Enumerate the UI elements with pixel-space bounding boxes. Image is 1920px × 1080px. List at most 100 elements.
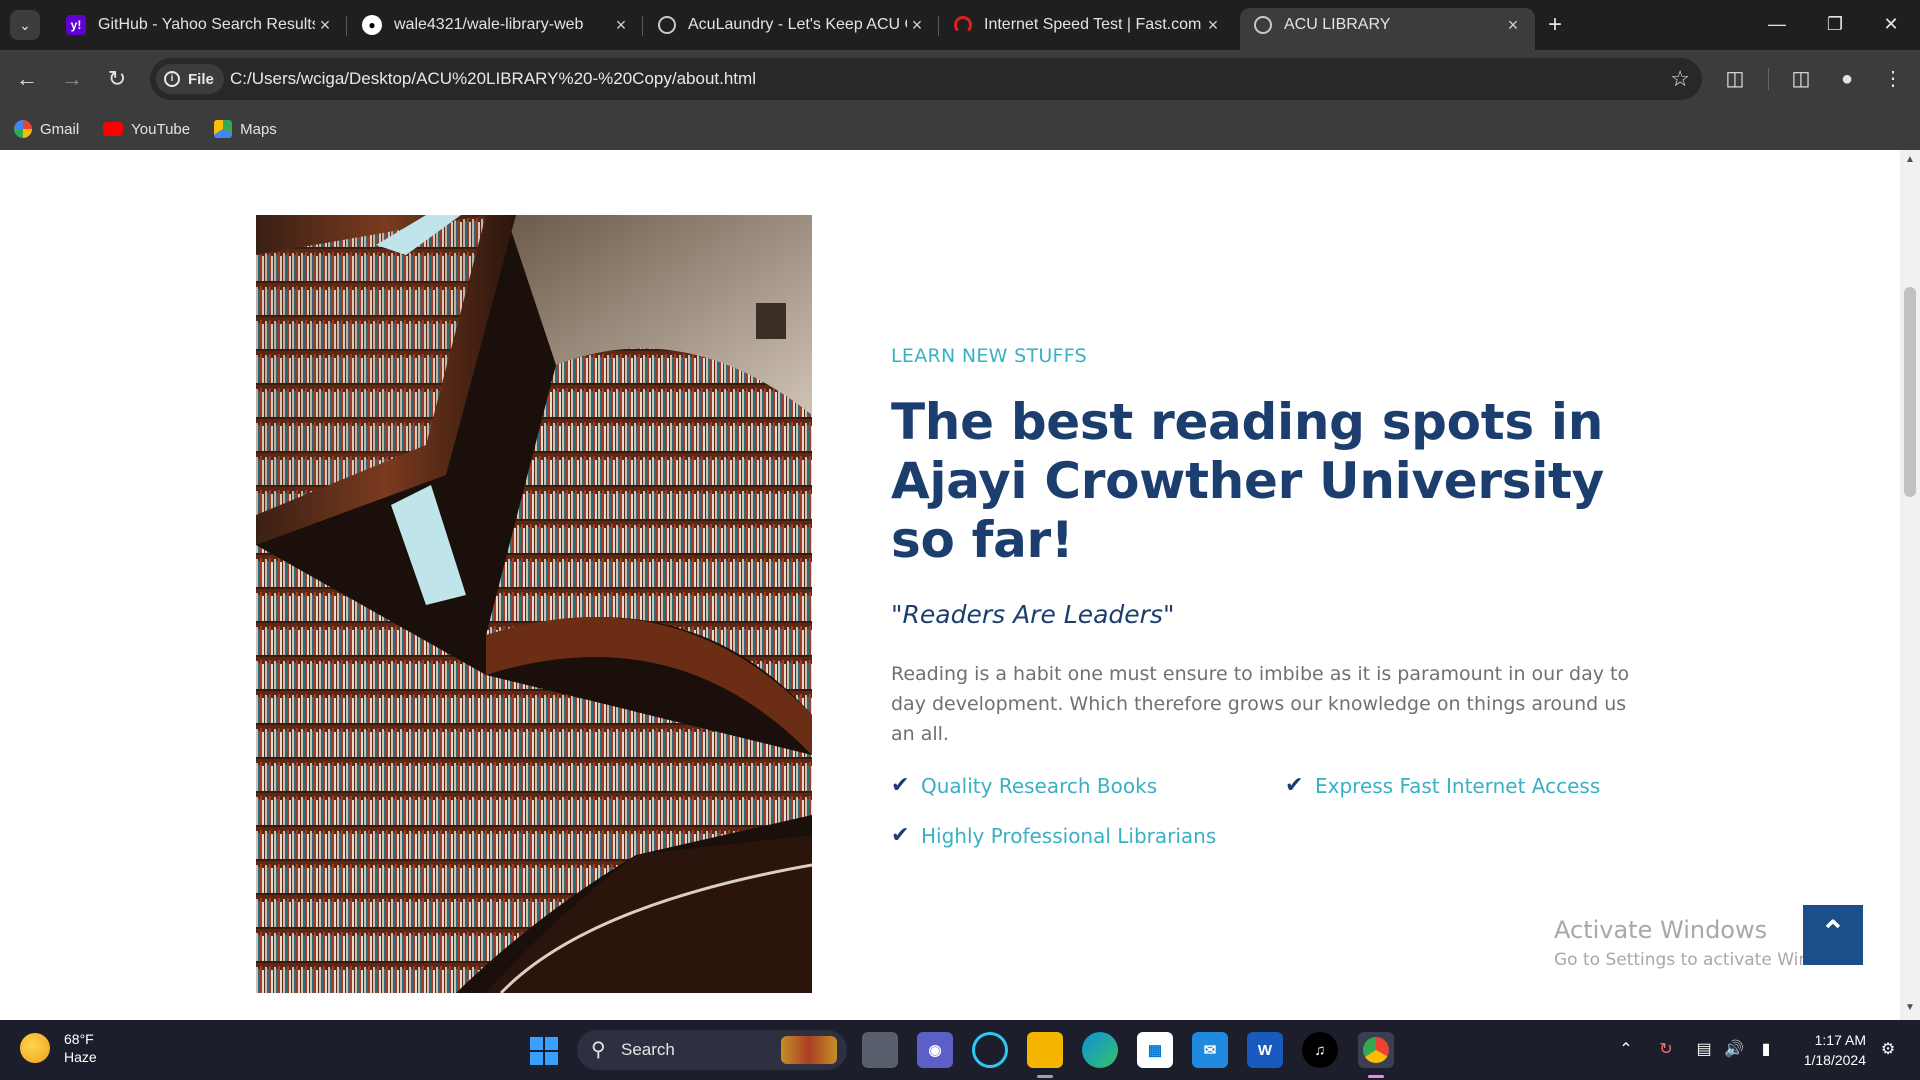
tab-title: ACU LIBRARY — [1284, 16, 1391, 33]
back-button[interactable]: ← — [10, 62, 44, 96]
browser-tab-strip: ⌄ y! GitHub - Yahoo Search Results × ● w… — [0, 0, 1920, 50]
clock-time: 1:17 AM — [1814, 1032, 1866, 1048]
bookmark-maps[interactable]: Maps — [214, 120, 277, 138]
edge-icon[interactable] — [1082, 1032, 1118, 1068]
fast-icon — [954, 16, 972, 34]
page-viewport: LEARN NEW STUFFS The best reading spots … — [0, 150, 1920, 1020]
tab-acu-library[interactable]: ACU LIBRARY × — [1240, 8, 1535, 50]
new-tab-button[interactable]: + — [1540, 10, 1570, 40]
scroll-up-arrow[interactable]: ▲ — [1904, 154, 1916, 165]
minimize-button[interactable]: — — [1748, 0, 1806, 50]
active-indicator — [1368, 1075, 1384, 1078]
menu-icon[interactable]: ⋮ — [1876, 62, 1910, 96]
side-panel-icon[interactable]: ◫ — [1784, 62, 1818, 96]
address-bar[interactable]: i File C:/Users/wciga/Desktop/ACU%20LIBR… — [150, 58, 1702, 100]
scroll-down-arrow[interactable]: ▼ — [1904, 1002, 1916, 1013]
microsoft-store-icon[interactable]: ▦ — [1137, 1032, 1173, 1068]
page-scrollbar[interactable]: ▲ ▼ — [1900, 150, 1920, 1020]
tab-title: GitHub - Yahoo Search Results — [98, 16, 315, 33]
volume-icon[interactable]: 🔊 — [1720, 1020, 1748, 1080]
tab-title: wale4321/wale-library-web — [394, 16, 584, 33]
file-explorer-icon[interactable] — [1027, 1032, 1063, 1068]
close-tab-icon[interactable]: × — [315, 15, 335, 36]
tab-search-button[interactable]: ⌄ — [10, 10, 40, 40]
windows-logo-icon — [530, 1037, 543, 1050]
tab-fast-com[interactable]: Internet Speed Test | Fast.com × — [940, 8, 1235, 42]
word-icon[interactable]: W — [1247, 1032, 1283, 1068]
youtube-icon — [103, 122, 124, 136]
feature-label: Express Fast Internet Access — [1315, 773, 1601, 798]
info-icon: i — [164, 71, 180, 87]
globe-icon — [658, 16, 676, 34]
back-to-top-button[interactable]: ⌃ — [1803, 905, 1863, 965]
checkmark-icon: ✔ — [891, 823, 910, 848]
tab-separator — [938, 16, 939, 36]
weather-haze-icon — [20, 1033, 50, 1063]
bookmark-label: Maps — [240, 120, 277, 138]
search-label: Search — [621, 1040, 675, 1059]
forward-button[interactable]: → — [55, 62, 89, 96]
scroll-thumb[interactable] — [1904, 287, 1916, 497]
bookmark-label: YouTube — [131, 120, 191, 138]
feature-label: Highly Professional Librarians — [921, 823, 1217, 848]
chevron-down-icon: ⌄ — [19, 16, 31, 33]
globe-icon — [1254, 16, 1272, 34]
close-tab-icon[interactable]: × — [907, 15, 927, 36]
system-clock[interactable]: 1:17 AM 1/18/2024 — [1786, 1030, 1866, 1070]
browser-toolbar: ← → ↻ i File C:/Users/wciga/Desktop/ACU%… — [0, 50, 1920, 108]
tab-aculaundry[interactable]: AcuLaundry - Let's Keep ACU Cl × — [644, 8, 939, 42]
maps-icon — [214, 120, 233, 138]
extensions-icon[interactable]: ◫ — [1718, 62, 1752, 96]
chrome-logo — [1363, 1037, 1389, 1063]
close-tab-icon[interactable]: × — [611, 15, 631, 36]
tab-github-repo[interactable]: ● wale4321/wale-library-web × — [348, 8, 643, 42]
reload-button[interactable]: ↻ — [100, 62, 134, 96]
profile-icon[interactable]: ● — [1830, 62, 1864, 96]
page-headline: The best reading spots in Ajayi Crowther… — [891, 393, 1604, 569]
clock-date: 1/18/2024 — [1803, 1052, 1866, 1068]
tab-separator — [346, 16, 347, 36]
tiktok-icon[interactable]: ♫ — [1302, 1032, 1338, 1068]
restore-button[interactable]: ❐ — [1806, 0, 1864, 50]
close-tab-icon[interactable]: × — [1503, 15, 1523, 36]
url-text[interactable]: C:/Users/wciga/Desktop/ACU%20LIBRARY%20-… — [230, 58, 756, 100]
weather-widget[interactable]: 68°F Haze — [20, 1030, 97, 1066]
section-eyebrow: LEARN NEW STUFFS — [891, 345, 1088, 367]
teams-chat-icon[interactable]: ◉ — [917, 1032, 953, 1068]
sync-icon[interactable]: ↻ — [1652, 1020, 1680, 1080]
cortana-icon[interactable] — [972, 1032, 1008, 1068]
battery-icon[interactable]: ▮ — [1752, 1020, 1780, 1080]
yahoo-icon: y! — [66, 15, 86, 35]
close-window-button[interactable]: ✕ — [1862, 0, 1920, 50]
network-icon[interactable]: ▤ — [1690, 1020, 1718, 1080]
bookmark-gmail[interactable]: Gmail — [14, 120, 79, 138]
library-photo-illustration — [256, 215, 812, 993]
weather-temperature: 68°F — [64, 1031, 94, 1047]
tray-overflow-icon[interactable]: ⌃ — [1612, 1020, 1640, 1080]
google-icon — [14, 120, 32, 138]
feature-item: ✔ Highly Professional Librarians — [891, 823, 1216, 848]
running-indicator — [1037, 1075, 1053, 1078]
site-info-chip[interactable]: i File — [156, 64, 224, 94]
weather-description: Haze — [64, 1049, 97, 1065]
start-button[interactable] — [530, 1037, 558, 1065]
library-bookshelves-image — [256, 215, 812, 993]
close-tab-icon[interactable]: × — [1203, 15, 1223, 36]
feature-item: ✔ Quality Research Books — [891, 773, 1157, 798]
task-view-icon[interactable] — [862, 1032, 898, 1068]
feature-label: Quality Research Books — [921, 773, 1158, 798]
bookmarks-bar: Gmail YouTube Maps — [0, 108, 1920, 150]
chrome-icon[interactable] — [1358, 1032, 1394, 1068]
notifications-icon[interactable]: ⚙ — [1874, 1020, 1902, 1080]
mail-icon[interactable]: ✉ — [1192, 1032, 1228, 1068]
bookmark-youtube[interactable]: YouTube — [103, 121, 190, 138]
bookmark-star-icon[interactable]: ☆ — [1670, 58, 1690, 100]
scheme-label: File — [188, 70, 214, 88]
motto-quote: "Readers Are Leaders" — [891, 600, 1175, 629]
toolbar-divider — [1768, 68, 1769, 90]
taskbar-search[interactable]: ⚲ Search — [577, 1030, 847, 1070]
search-highlight-graphic — [781, 1036, 837, 1064]
about-content: LEARN NEW STUFFS The best reading spots … — [891, 345, 1651, 883]
tab-yahoo-search[interactable]: y! GitHub - Yahoo Search Results × — [52, 8, 347, 42]
tab-separator — [642, 16, 643, 36]
